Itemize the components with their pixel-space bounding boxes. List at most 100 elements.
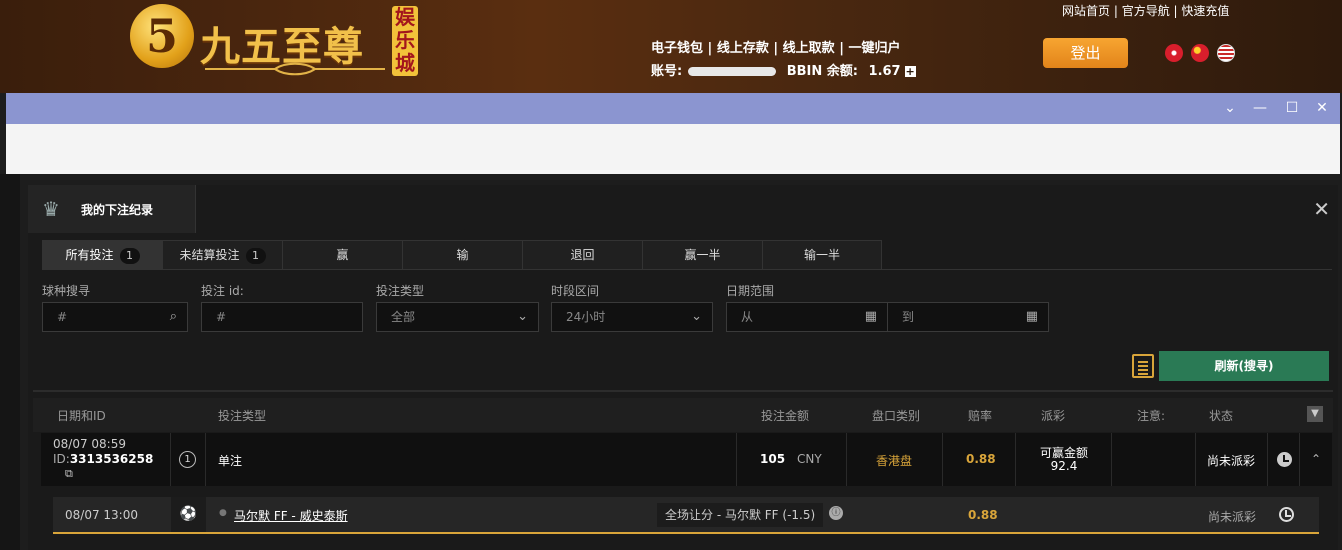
tab-label: 未结算投注 bbox=[179, 248, 240, 262]
odds: 0.88 bbox=[966, 452, 996, 466]
tab-badge: 1 bbox=[245, 248, 266, 264]
col-market: 盘口类别 bbox=[872, 409, 921, 423]
link-official-nav[interactable]: 官方导航 bbox=[1122, 4, 1170, 18]
clock-icon bbox=[1277, 452, 1292, 467]
tab-all-bets[interactable]: 所有投注 1 bbox=[42, 240, 162, 270]
window-titlebar: ⌄ — ☐ ✕ bbox=[6, 93, 1340, 124]
maximize-icon[interactable]: ☐ bbox=[1281, 96, 1303, 120]
bet-status: 尚未派彩 bbox=[1207, 454, 1256, 468]
placeholder: # bbox=[216, 310, 227, 324]
cell-notes bbox=[1112, 433, 1196, 486]
col-status: 状态 bbox=[1209, 409, 1234, 423]
cell-amount: 105 CNY bbox=[737, 433, 847, 486]
panel-title: 我的下注纪录 bbox=[81, 203, 154, 217]
link-home[interactable]: 网站首页 bbox=[1062, 4, 1110, 18]
date-to-input[interactable]: 到 ▦ bbox=[887, 302, 1049, 332]
selection-datetime: 08/07 13:00 bbox=[65, 508, 138, 522]
selection-pick: 全场让分 - 马尔默 FF (-1.5) bbox=[657, 503, 824, 527]
soccer-ball-icon: ⚽ bbox=[171, 497, 206, 532]
chevron-down-icon: ⌄ bbox=[517, 309, 528, 324]
col-notes: 注意: bbox=[1137, 409, 1166, 423]
plus-icon[interactable]: + bbox=[904, 66, 916, 77]
logout-button[interactable]: 登出 bbox=[1043, 38, 1128, 68]
balance-value: 1.67 bbox=[868, 64, 901, 79]
account-label: 账号: bbox=[651, 64, 683, 79]
date-from-input[interactable]: 从 ▦ bbox=[726, 302, 888, 332]
bet-id-input[interactable]: # bbox=[201, 302, 363, 332]
search-icon[interactable]: ⌕ bbox=[170, 303, 177, 331]
bet-id: ID:3313536258 bbox=[53, 452, 153, 466]
filter-tabs: 所有投注 1 未结算投注 1 赢 输 退回 赢一半 输一半 bbox=[42, 240, 1332, 270]
bet-type-label: 投注类型 bbox=[376, 284, 425, 298]
panel-title-tab: ♛ 我的下注纪录 bbox=[28, 185, 196, 233]
chevron-down-icon[interactable]: ⌄ bbox=[1219, 96, 1241, 120]
col-payout: 派彩 bbox=[1041, 409, 1066, 423]
link-consolidate[interactable]: 一键归户 bbox=[848, 41, 900, 56]
placeholder: 到 bbox=[902, 310, 915, 324]
period-label: 时段区间 bbox=[551, 284, 600, 298]
copy-icon[interactable]: ⧉ bbox=[65, 467, 73, 481]
logo-seal: 娱乐城 bbox=[392, 6, 418, 76]
sport-search-input[interactable]: # ⌕ bbox=[42, 302, 188, 332]
date-range-label: 日期范围 bbox=[726, 284, 775, 298]
left-edge bbox=[0, 174, 20, 550]
cell-market: 香港盘 bbox=[847, 433, 943, 486]
col-bet-type: 投注类型 bbox=[218, 409, 267, 423]
minimize-icon[interactable]: — bbox=[1249, 96, 1271, 120]
account-masked bbox=[688, 67, 777, 76]
info-icon[interactable]: ⓘ bbox=[829, 506, 843, 520]
calendar-icon[interactable]: ▦ bbox=[1026, 303, 1038, 331]
col-amount: 投注金额 bbox=[761, 409, 810, 423]
divider bbox=[33, 390, 1333, 392]
tab-lose[interactable]: 输 bbox=[402, 240, 522, 270]
selection-status: 尚未派彩 bbox=[1208, 510, 1257, 524]
collapse-icon[interactable]: ⌃ bbox=[1300, 433, 1332, 486]
cell-payout: 可赢金额 92.4 bbox=[1016, 433, 1112, 486]
select-value: 24小时 bbox=[566, 310, 606, 324]
placeholder: 从 bbox=[741, 310, 754, 324]
bet-id-value: 3313536258 bbox=[69, 452, 154, 466]
cell-type: 单注 bbox=[206, 433, 737, 486]
clipboard-icon[interactable] bbox=[1132, 354, 1154, 378]
bet-currency: CNY bbox=[797, 452, 822, 466]
selection-count: 1 bbox=[179, 451, 196, 468]
hk-flag-icon[interactable] bbox=[1165, 44, 1183, 62]
site-logo[interactable]: 5 九五至尊 娱乐城 bbox=[130, 4, 430, 80]
selection-row[interactable]: 08/07 13:00 ⚽ ● 马尔默 FF - 威史泰斯 全场让分 - 马尔默… bbox=[53, 497, 1319, 534]
close-icon[interactable]: ✕ bbox=[1311, 96, 1333, 120]
bet-type: 单注 bbox=[218, 454, 243, 468]
blank-area bbox=[6, 124, 1340, 174]
payout-value: 92.4 bbox=[1050, 459, 1078, 473]
bet-datetime: 08/07 08:59 bbox=[53, 437, 126, 451]
match-name[interactable]: 马尔默 FF - 威史泰斯 bbox=[234, 507, 348, 524]
cell-clock bbox=[1268, 433, 1300, 486]
tab-win[interactable]: 赢 bbox=[282, 240, 402, 270]
tab-half-lose[interactable]: 输一半 bbox=[762, 240, 882, 270]
bullet-icon: ● bbox=[219, 508, 227, 518]
bet-id-prefix: ID: bbox=[53, 452, 70, 466]
tab-unsettled[interactable]: 未结算投注 1 bbox=[162, 240, 282, 270]
expand-all-icon[interactable]: ▼ bbox=[1307, 406, 1323, 422]
refresh-search-button[interactable]: 刷新(搜寻) bbox=[1159, 351, 1329, 381]
bet-type-select[interactable]: 全部 ⌄ bbox=[376, 302, 539, 332]
table-header: 日期和ID 投注类型 投注金额 盘口类别 赔率 派彩 注意: 状态 ▼ bbox=[33, 398, 1333, 432]
link-deposit[interactable]: 线上存款 bbox=[717, 41, 769, 56]
period-select[interactable]: 24小时 ⌄ bbox=[551, 302, 713, 332]
link-e-wallet[interactable]: 电子钱包 bbox=[651, 41, 703, 56]
link-quick-topup[interactable]: 快速充值 bbox=[1181, 4, 1229, 18]
balance-label: BBIN 余额: bbox=[786, 64, 858, 79]
calendar-icon[interactable]: ▦ bbox=[865, 303, 877, 331]
tab-half-win[interactable]: 赢一半 bbox=[642, 240, 762, 270]
table-row[interactable]: 08/07 08:59 ID:3313536258 ⧉ 1 单注 105 CNY… bbox=[41, 433, 1332, 486]
market-type: 香港盘 bbox=[876, 454, 913, 468]
close-panel-icon[interactable]: ✕ bbox=[1313, 197, 1330, 221]
select-value: 全部 bbox=[391, 310, 416, 324]
link-withdraw[interactable]: 线上取款 bbox=[783, 41, 835, 56]
site-header: 5 九五至尊 娱乐城 网站首页 | 官方导航 | 快速充值 电子钱包 | 线上存… bbox=[0, 0, 1342, 93]
tab-refund[interactable]: 退回 bbox=[522, 240, 642, 270]
us-flag-icon[interactable] bbox=[1217, 44, 1235, 62]
sport-search-label: 球种搜寻 bbox=[42, 284, 91, 298]
cn-flag-icon[interactable] bbox=[1191, 44, 1209, 62]
page: 5 九五至尊 娱乐城 网站首页 | 官方导航 | 快速充值 电子钱包 | 线上存… bbox=[0, 0, 1342, 550]
selection-odds: 0.88 bbox=[968, 508, 998, 522]
